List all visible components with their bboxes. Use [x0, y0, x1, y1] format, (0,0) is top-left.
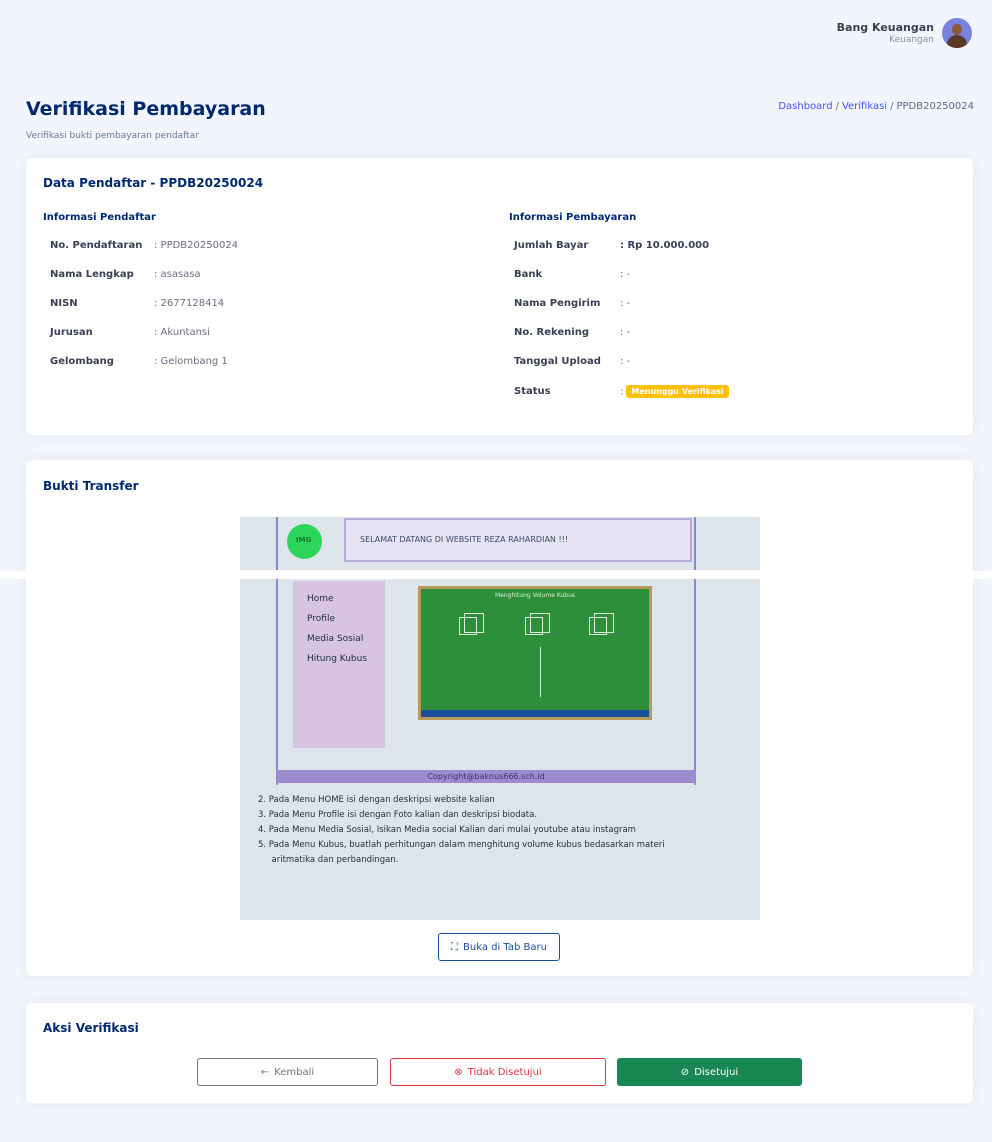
- breadcrumb-separator: /: [835, 101, 839, 112]
- breadcrumb-separator: /: [890, 101, 894, 112]
- open-new-tab-label: Buka di Tab Baru: [463, 941, 547, 953]
- info-value: : PPDB20250024: [154, 240, 239, 251]
- info-row-nisn: NISN : 2677128414: [50, 298, 470, 312]
- cube-icon: [525, 613, 550, 635]
- proof-menu-item: Home: [307, 594, 334, 604]
- transfer-proof-card: Bukti Transfer SELAMAT DATANG DI WEBSITE…: [26, 460, 973, 976]
- action-card-title: Aksi Verifikasi: [43, 1021, 139, 1035]
- info-value: : asasasa: [154, 269, 201, 280]
- proof-header: SELAMAT DATANG DI WEBSITE REZA RAHARDIAN…: [344, 518, 692, 562]
- proof-menu-item: Profile: [307, 614, 335, 624]
- info-label: Bank: [514, 269, 543, 280]
- info-value: : Gelombang 1: [154, 356, 228, 367]
- proof-header-text: SELAMAT DATANG DI WEBSITE REZA RAHARDIAN…: [360, 535, 569, 544]
- info-row-status: Status : Menunggu Verifikasi: [514, 385, 954, 401]
- info-label: Nama Pengirim: [514, 298, 601, 309]
- open-new-tab-button[interactable]: ⛶ Buka di Tab Baru: [438, 933, 560, 961]
- back-label: Kembali: [274, 1066, 315, 1078]
- proof-instruction: 4. Pada Menu Media Sosial, Isikan Media …: [258, 825, 636, 835]
- proof-card-title: Bukti Transfer: [43, 479, 139, 493]
- info-value: : -: [620, 269, 631, 280]
- info-row-jurusan: Jurusan : Akuntansi: [50, 327, 470, 341]
- status-prefix: :: [620, 386, 624, 398]
- proof-instruction: 2. Pada Menu HOME isi dengan deskripsi w…: [258, 795, 495, 805]
- info-row-jumlah-bayar: Jumlah Bayar : Rp 10.000.000: [514, 240, 954, 254]
- cube-icon: [459, 613, 484, 635]
- proof-instruction: 5. Pada Menu Kubus, buatlah perhitungan …: [258, 840, 665, 850]
- info-row-nama-lengkap: Nama Lengkap : asasasa: [50, 269, 470, 283]
- back-button[interactable]: ← Kembali: [197, 1058, 378, 1086]
- proof-footer: Copyright@baknus666.sch.id: [276, 770, 696, 783]
- proof-menu-item: Hitung Kubus: [307, 654, 368, 664]
- top-header: Bang Keuangan Keuangan: [0, 0, 992, 62]
- proof-menu-item: Media Sosial: [307, 634, 364, 644]
- breadcrumb-dashboard[interactable]: Dashboard: [778, 101, 832, 112]
- registrant-card-title: Data Pendaftar - PPDB20250024: [43, 176, 264, 190]
- proof-chalkboard: Menghitung Volume Kubus: [418, 586, 652, 720]
- user-role: Keuangan: [889, 35, 934, 45]
- proof-instruction: 3. Pada Menu Profile isi dengan Foto kal…: [258, 810, 538, 820]
- proof-img-label: IMG: [296, 536, 312, 544]
- status-badge: Menunggu Verifikasi: [626, 385, 729, 398]
- info-label: Jurusan: [50, 327, 93, 338]
- info-row-tanggal-upload: Tanggal Upload : -: [514, 356, 954, 370]
- fullscreen-icon: ⛶: [451, 941, 458, 953]
- x-circle-icon: ⊗: [454, 1066, 463, 1078]
- registrant-info-title: Informasi Pendaftar: [43, 212, 156, 223]
- info-value: : 2677128414: [154, 298, 225, 309]
- info-row-no-rekening: No. Rekening : -: [514, 327, 954, 341]
- info-row-gelombang: Gelombang : Gelombang 1: [50, 356, 470, 370]
- proof-board-title: Menghitung Volume Kubus: [494, 592, 576, 599]
- approve-button[interactable]: ⊘ Disetujui: [617, 1058, 802, 1086]
- page-title: Verifikasi Pembayaran: [26, 98, 266, 120]
- info-row-nama-pengirim: Nama Pengirim : -: [514, 298, 954, 312]
- proof-board-divider: [540, 647, 541, 697]
- proof-img-circle: IMG: [287, 524, 322, 559]
- approve-label: Disetujui: [694, 1066, 739, 1078]
- proof-menu: Home Profile Media Sosial Hitung Kubus: [293, 581, 385, 748]
- info-label: Jumlah Bayar: [514, 240, 589, 251]
- info-label: No. Rekening: [514, 327, 589, 338]
- info-label: NISN: [50, 298, 78, 309]
- info-label: Nama Lengkap: [50, 269, 134, 280]
- page-subtitle: Verifikasi bukti pembayaran pendaftar: [26, 131, 199, 141]
- info-label: Status: [514, 386, 551, 397]
- status-value: : Menunggu Verifikasi: [620, 385, 729, 398]
- registrant-data-card: Data Pendaftar - PPDB20250024 Informasi …: [26, 158, 973, 435]
- payment-info-title: Informasi Pembayaran: [509, 212, 637, 223]
- info-label: Tanggal Upload: [514, 356, 601, 367]
- info-value: : -: [620, 327, 631, 338]
- user-text: Bang Keuangan Keuangan: [837, 21, 934, 45]
- info-row-bank: Bank : -: [514, 269, 954, 283]
- verification-action-card: Aksi Verifikasi ← Kembali ⊗ Tidak Disetu…: [26, 1003, 973, 1103]
- info-row-no-pendaftaran: No. Pendaftaran : PPDB20250024: [50, 240, 470, 254]
- info-label: No. Pendaftaran: [50, 240, 143, 251]
- info-value: : Akuntansi: [154, 327, 210, 338]
- avatar[interactable]: [942, 18, 972, 48]
- user-name: Bang Keuangan: [836, 21, 934, 34]
- check-circle-icon: ⊘: [680, 1066, 690, 1078]
- proof-board-bottom: [421, 710, 649, 717]
- breadcrumb-verifikasi[interactable]: Verifikasi: [842, 101, 887, 112]
- user-profile-menu[interactable]: Bang Keuangan Keuangan: [837, 18, 972, 48]
- breadcrumb: Dashboard / Verifikasi / PPDB20250024: [778, 101, 974, 112]
- render-artifact-band: [0, 571, 992, 579]
- reject-label: Tidak Disetujui: [467, 1066, 542, 1078]
- cube-icon: [589, 613, 614, 635]
- reject-button[interactable]: ⊗ Tidak Disetujui: [390, 1058, 606, 1086]
- proof-instruction: aritmatika dan perbandingan.: [258, 855, 399, 865]
- arrow-left-icon: ←: [260, 1066, 270, 1078]
- info-value: : -: [620, 356, 631, 367]
- proof-instructions: 2. Pada Menu HOME isi dengan deskripsi w…: [258, 793, 748, 868]
- breadcrumb-current: PPDB20250024: [896, 101, 974, 112]
- info-label: Gelombang: [50, 356, 114, 367]
- info-value: : -: [620, 298, 631, 309]
- info-value: : Rp 10.000.000: [620, 240, 710, 251]
